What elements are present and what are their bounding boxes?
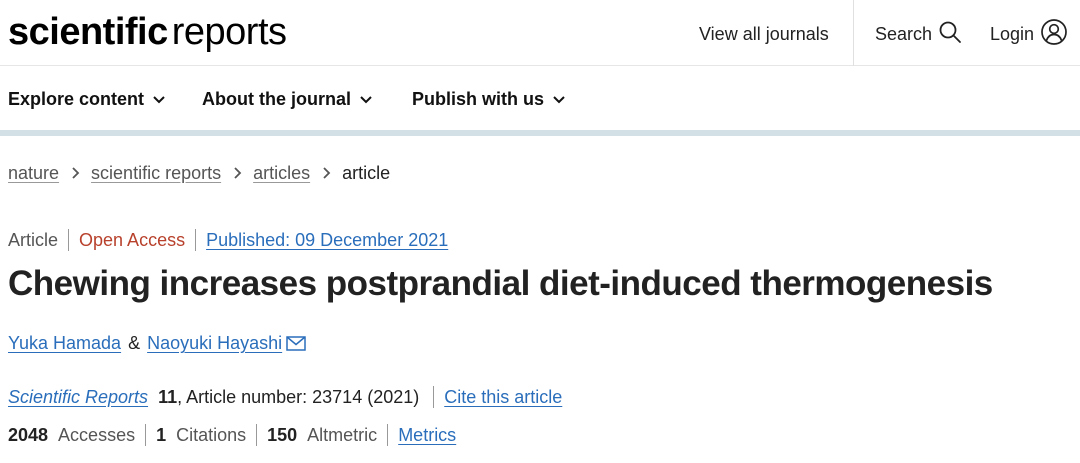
article-number: , Article number: 23714 (2021) — [177, 387, 420, 407]
nav-about-label: About the journal — [202, 89, 351, 109]
chevron-down-icon — [359, 87, 373, 111]
citation-line: Scientific Reports 11 , Article number: … — [8, 385, 562, 409]
article-type: Article — [8, 230, 59, 250]
article-metrics: 2048 Accesses 1 Citations 150 Altmetric … — [8, 423, 456, 447]
user-icon — [1040, 18, 1068, 51]
logo-bold-text: scientific — [8, 11, 168, 53]
chevron-right-icon — [59, 166, 91, 180]
chevron-right-icon — [221, 166, 253, 180]
accesses-count: 2048 — [8, 425, 49, 445]
article-title: Chewing increases postprandial diet-indu… — [8, 264, 993, 303]
breadcrumb-current: article — [342, 163, 391, 183]
author-link[interactable]: Naoyuki Hayashi — [147, 331, 282, 355]
login-button[interactable]: Login — [990, 18, 1068, 51]
article-meta: Article Open Access Published: 09 Decemb… — [8, 228, 448, 252]
nav-divider-bar — [0, 130, 1080, 136]
breadcrumb-articles[interactable]: articles — [253, 161, 310, 185]
mail-icon[interactable] — [286, 335, 306, 351]
meta-divider — [195, 229, 197, 251]
nav-explore-content[interactable]: Explore content — [8, 87, 166, 111]
metrics-divider — [145, 424, 147, 446]
site-header: scientific reports View all journals Sear… — [0, 0, 1080, 66]
metrics-divider — [256, 424, 258, 446]
header-divider — [853, 0, 854, 66]
citations-count: 1 — [156, 425, 167, 445]
accesses-label: Accesses — [58, 425, 136, 445]
search-label: Search — [875, 23, 933, 44]
metrics-link[interactable]: Metrics — [398, 423, 456, 447]
search-icon — [938, 20, 962, 49]
author-list: Yuka Hamada & Naoyuki Hayashi — [8, 331, 306, 355]
main-nav: Explore content About the journal Publis… — [0, 66, 1080, 131]
published-date-link[interactable]: Published: 09 December 2021 — [206, 228, 448, 252]
nav-explore-label: Explore content — [8, 89, 145, 109]
journal-link[interactable]: Scientific Reports — [8, 385, 148, 409]
journal-logo[interactable]: scientific reports — [8, 10, 287, 54]
chevron-down-icon — [152, 87, 166, 111]
breadcrumb-nature[interactable]: nature — [8, 161, 59, 185]
meta-divider — [68, 229, 70, 251]
citations-label: Citations — [176, 425, 247, 445]
altmetric-count: 150 — [267, 425, 298, 445]
metrics-divider — [387, 424, 389, 446]
breadcrumb-scientific-reports[interactable]: scientific reports — [91, 161, 221, 185]
open-access-label: Open Access — [79, 230, 186, 250]
chevron-down-icon — [552, 87, 566, 111]
nav-about-journal[interactable]: About the journal — [202, 87, 373, 111]
cite-this-article-link[interactable]: Cite this article — [444, 385, 562, 409]
logo-light-text: reports — [171, 11, 287, 53]
login-label: Login — [990, 23, 1035, 44]
volume-number: 11 — [158, 387, 178, 407]
author-link[interactable]: Yuka Hamada — [8, 331, 121, 355]
nav-publish-label: Publish with us — [412, 89, 545, 109]
chevron-right-icon — [310, 166, 342, 180]
search-button[interactable]: Search — [875, 20, 962, 48]
author-separator: & — [128, 333, 141, 353]
citation-divider — [433, 386, 435, 408]
view-all-journals-link[interactable]: View all journals — [699, 22, 829, 46]
altmetric-label: Altmetric — [307, 425, 378, 445]
nav-publish-with-us[interactable]: Publish with us — [412, 87, 566, 111]
breadcrumb: nature scientific reports articles artic… — [8, 161, 390, 185]
